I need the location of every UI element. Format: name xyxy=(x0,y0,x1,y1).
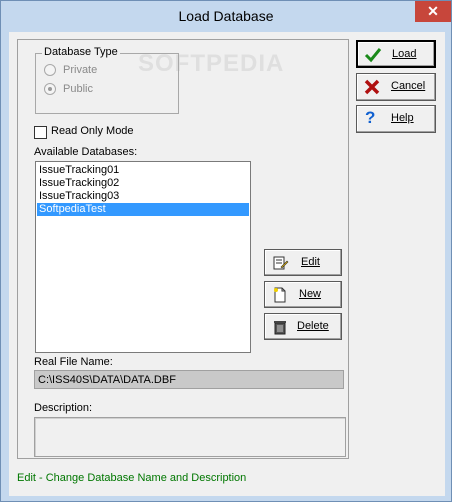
radio-public-circle[interactable] xyxy=(44,83,56,96)
description-label: Description: xyxy=(34,402,93,414)
load-label: Load xyxy=(392,48,417,60)
edit-button[interactable]: Edit xyxy=(264,249,342,276)
question-icon: ? xyxy=(365,108,376,127)
x-icon xyxy=(364,79,380,95)
title-bar[interactable]: Load Database ✕ xyxy=(1,1,451,31)
checkmark-icon xyxy=(364,48,382,63)
new-button[interactable]: New xyxy=(264,281,342,308)
list-item[interactable]: IssueTracking02 xyxy=(37,177,249,190)
radio-private[interactable]: Private xyxy=(44,64,97,78)
radio-public-label: Public xyxy=(63,83,93,95)
dialog-client: SOFTPEDIA Database Type Private Public R… xyxy=(9,32,445,496)
list-item[interactable]: IssueTracking03 xyxy=(37,190,249,203)
status-text: Edit - Change Database Name and Descript… xyxy=(17,472,247,484)
load-button[interactable]: Load xyxy=(356,40,436,68)
window-title: Load Database xyxy=(178,8,274,24)
help-button[interactable]: ? Help xyxy=(356,105,436,133)
trash-icon xyxy=(274,321,286,335)
radio-private-circle[interactable] xyxy=(44,64,56,77)
new-document-icon xyxy=(274,287,286,303)
cancel-label: Cancel xyxy=(391,80,426,92)
new-label: New xyxy=(299,288,322,300)
main-panel: SOFTPEDIA Database Type Private Public R… xyxy=(17,39,349,459)
real-file-name-label: Real File Name: xyxy=(34,356,113,368)
radio-private-label: Private xyxy=(63,64,98,76)
read-only-checkbox[interactable] xyxy=(34,126,47,139)
available-databases-label: Available Databases: xyxy=(34,146,138,158)
cancel-button[interactable]: Cancel xyxy=(356,73,436,101)
available-databases-list[interactable]: IssueTracking01 IssueTracking02 IssueTra… xyxy=(35,161,251,353)
dialog-window: Load Database ✕ SOFTPEDIA Database Type … xyxy=(0,0,452,502)
edit-document-icon xyxy=(273,256,289,270)
close-button[interactable]: ✕ xyxy=(415,1,451,22)
help-label: Help xyxy=(391,112,414,124)
description-field[interactable] xyxy=(34,417,346,457)
delete-button[interactable]: Delete xyxy=(264,313,342,340)
database-type-group: Database Type Private Public xyxy=(35,46,179,114)
list-item-selected[interactable]: SoftpediaTest xyxy=(37,203,249,216)
list-item[interactable]: IssueTracking01 xyxy=(37,164,249,177)
delete-label: Delete xyxy=(297,320,329,332)
read-only-label: Read Only Mode xyxy=(51,125,134,137)
close-icon: ✕ xyxy=(427,3,439,19)
edit-label: Edit xyxy=(301,256,320,268)
real-file-name-field: C:\ISS40S\DATA\DATA.DBF xyxy=(34,370,344,389)
database-type-legend: Database Type xyxy=(42,46,120,58)
radio-public[interactable]: Public xyxy=(44,83,93,97)
